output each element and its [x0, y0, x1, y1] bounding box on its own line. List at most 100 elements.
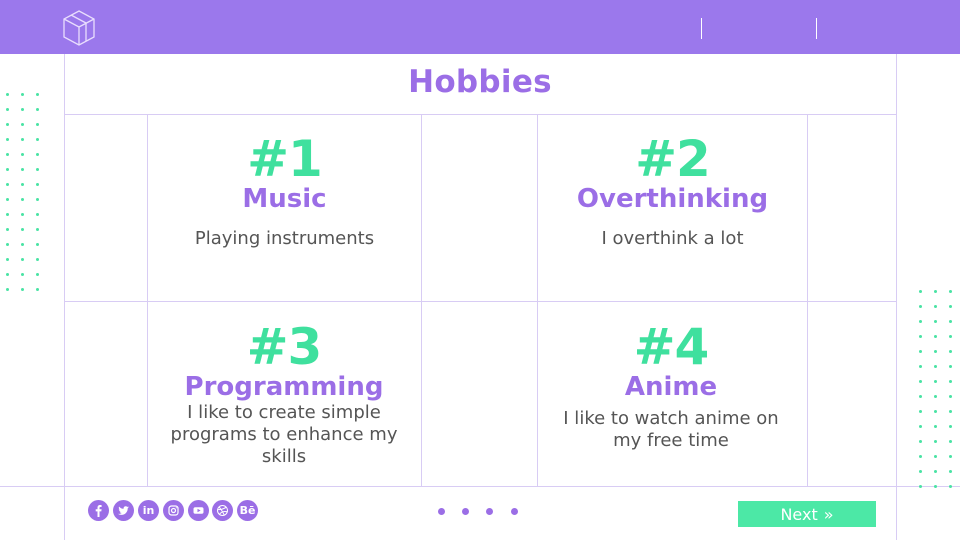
decorative-dot	[36, 243, 39, 246]
grid-line	[0, 486, 960, 487]
decorative-dot	[934, 305, 937, 308]
decorative-dot	[21, 243, 24, 246]
grid-line	[64, 301, 896, 302]
hobby-description: I like to watch anime on my free time	[563, 408, 779, 451]
hobby-description: Playing instruments	[194, 228, 375, 249]
decorative-dot	[919, 455, 922, 458]
decorative-dot	[934, 440, 937, 443]
decorative-dot	[21, 258, 24, 261]
decorative-dot	[21, 108, 24, 111]
decorative-dot	[919, 290, 922, 293]
decorative-dot	[36, 93, 39, 96]
decorative-dot	[934, 470, 937, 473]
decorative-dot	[21, 213, 24, 216]
decorative-dot	[919, 485, 922, 488]
decorative-dot	[21, 228, 24, 231]
twitter-icon[interactable]	[113, 500, 134, 521]
pager-dot-1[interactable]	[438, 508, 445, 515]
decorative-dot	[6, 93, 9, 96]
decorative-dot	[934, 455, 937, 458]
decorative-dot	[919, 440, 922, 443]
next-button[interactable]: Next »	[738, 501, 876, 527]
hobby-number: #3	[246, 318, 323, 376]
decorative-dot	[36, 153, 39, 156]
decorative-dot	[919, 365, 922, 368]
double-chevron-right-icon: »	[823, 504, 834, 524]
decorative-dot	[6, 273, 9, 276]
decorative-dot	[36, 273, 39, 276]
decorative-dot	[934, 350, 937, 353]
pager-dot-2[interactable]	[462, 508, 469, 515]
cube-logo-icon	[63, 10, 95, 46]
header-divider	[816, 18, 817, 39]
decorative-dot	[949, 470, 952, 473]
behance-icon[interactable]: Bē	[237, 500, 258, 521]
decorative-dot	[934, 485, 937, 488]
decorative-dot	[36, 258, 39, 261]
decorative-dot	[6, 258, 9, 261]
linkedin-icon[interactable]: in	[138, 500, 159, 521]
decorative-dot	[949, 380, 952, 383]
decorative-dot	[36, 198, 39, 201]
decorative-dot	[21, 183, 24, 186]
decorative-dot	[6, 198, 9, 201]
hobby-number: #2	[635, 130, 711, 188]
decorative-dot	[36, 138, 39, 141]
decorative-dot	[949, 350, 952, 353]
decorative-dot	[934, 290, 937, 293]
hobby-name: Programming	[184, 372, 384, 402]
decorative-dot	[919, 305, 922, 308]
decorative-dot	[6, 243, 9, 246]
decorative-dot	[919, 320, 922, 323]
decorative-dot	[6, 228, 9, 231]
decorative-dot	[36, 168, 39, 171]
linkedin-label: in	[142, 504, 155, 517]
hobby-name: Anime	[624, 372, 718, 402]
decorative-dot	[949, 425, 952, 428]
decorative-dot	[6, 108, 9, 111]
next-button-label: Next	[780, 504, 818, 524]
decorative-dot	[21, 93, 24, 96]
decorative-dot	[949, 335, 952, 338]
decorative-dot	[949, 395, 952, 398]
decorative-dot	[21, 198, 24, 201]
hobby-card-1: #1 Music Playing instruments	[148, 134, 421, 250]
decorative-dot	[949, 365, 952, 368]
grid-line	[64, 54, 65, 540]
pager-dot-3[interactable]	[486, 508, 493, 515]
decorative-dot	[949, 320, 952, 323]
decorative-dot	[934, 395, 937, 398]
facebook-icon[interactable]	[88, 500, 109, 521]
decorative-dot	[949, 305, 952, 308]
behance-label: Bē	[239, 504, 256, 517]
decorative-dot	[36, 213, 39, 216]
hobby-description: I like to create simple programs to enha…	[170, 402, 398, 467]
header-bar	[0, 0, 960, 54]
decorative-dot	[21, 138, 24, 141]
decorative-dot	[919, 395, 922, 398]
decorative-dot	[6, 138, 9, 141]
hobby-card-4: #4 Anime I like to watch anime on my fre…	[552, 322, 790, 452]
decorative-dot	[949, 290, 952, 293]
instagram-icon[interactable]	[163, 500, 184, 521]
decorative-dot	[934, 365, 937, 368]
decorative-dot	[949, 410, 952, 413]
decorative-dot	[934, 335, 937, 338]
decorative-dot	[36, 228, 39, 231]
decorative-dot	[6, 213, 9, 216]
decorative-dot	[6, 183, 9, 186]
decorative-dot	[949, 455, 952, 458]
hobby-number: #4	[633, 318, 710, 376]
decorative-dot	[36, 123, 39, 126]
decorative-dot	[6, 288, 9, 291]
decorative-dot	[6, 123, 9, 126]
decorative-dot	[919, 410, 922, 413]
youtube-icon[interactable]	[188, 500, 209, 521]
decorative-dot	[934, 425, 937, 428]
pager-dot-4[interactable]	[511, 508, 518, 515]
decorative-dot	[21, 153, 24, 156]
decorative-dot	[919, 380, 922, 383]
dribbble-icon[interactable]	[212, 500, 233, 521]
slide-title: Hobbies	[408, 64, 552, 100]
decorative-dot	[36, 108, 39, 111]
